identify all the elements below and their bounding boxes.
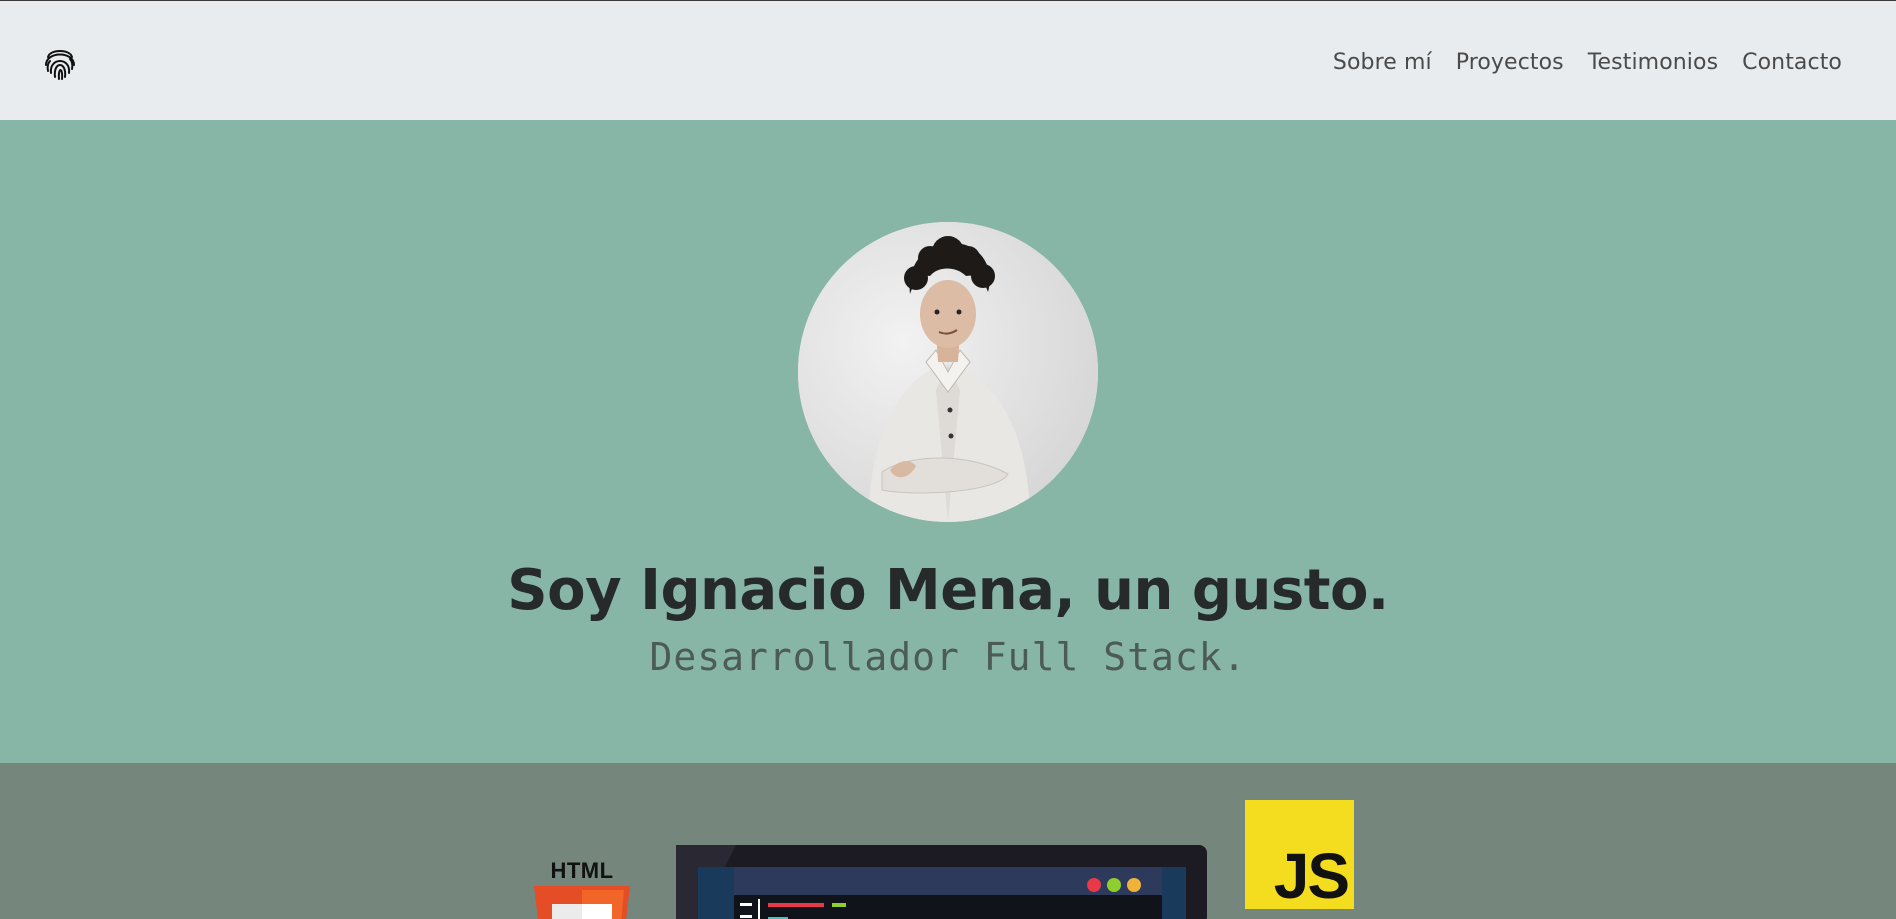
javascript-logo: JS <box>1245 800 1354 912</box>
hero-subtitle: Desarrollador Full Stack. <box>649 635 1247 679</box>
nav-menu: Sobre mí Proyectos Testimonios Contacto <box>1333 45 1842 81</box>
nav-link-sobre-mi[interactable]: Sobre mí <box>1333 45 1432 81</box>
nav-link-contacto[interactable]: Contacto <box>1742 45 1842 81</box>
html5-logo: HTML <box>532 858 632 919</box>
fingerprint-icon[interactable] <box>42 43 78 83</box>
profile-photo <box>798 222 1098 522</box>
js-label: JS <box>1273 840 1350 912</box>
code-editor-illustration <box>676 845 1207 919</box>
navbar: Sobre mí Proyectos Testimonios Contacto <box>0 0 1896 120</box>
skills-section: HTML JS <box>0 763 1896 919</box>
hero-section: Soy Ignacio Mena, un gusto. Desarrollado… <box>0 120 1896 763</box>
html5-label: HTML <box>550 858 614 883</box>
hero-title: Soy Ignacio Mena, un gusto. <box>507 558 1389 623</box>
nav-link-testimonios[interactable]: Testimonios <box>1588 45 1718 81</box>
nav-link-proyectos[interactable]: Proyectos <box>1456 45 1564 81</box>
